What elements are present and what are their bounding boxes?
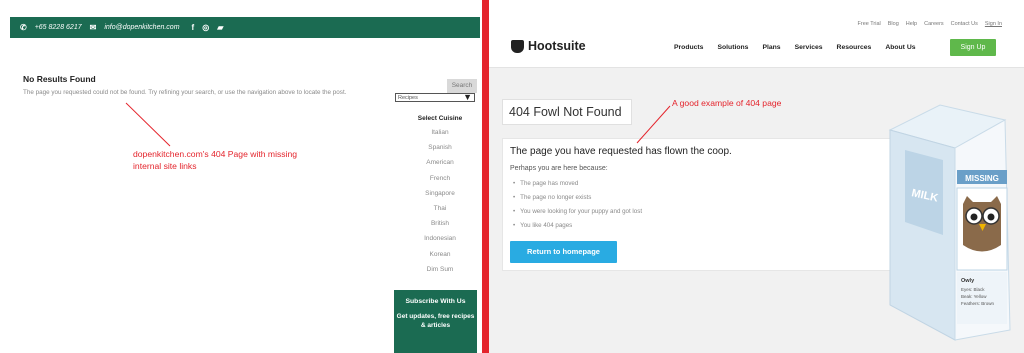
annotation-arrow-right xyxy=(636,105,671,144)
annotation-left: dopenkitchen.com's 404 Page with missing… xyxy=(133,148,303,172)
annotation-arrow-left xyxy=(125,102,171,147)
hootsuite-panel: Free Trial Blog Help Careers Contact Us … xyxy=(489,0,1024,353)
red-divider xyxy=(482,0,489,353)
annotation-right: A good example of 404 page xyxy=(672,98,782,108)
annotation-left-text: dopenkitchen.com's 404 Page with missing… xyxy=(133,149,298,171)
dopenkitchen-panel: ✆ +65 8228 6217 ✉ info@dopenkitchen.com … xyxy=(0,0,482,353)
